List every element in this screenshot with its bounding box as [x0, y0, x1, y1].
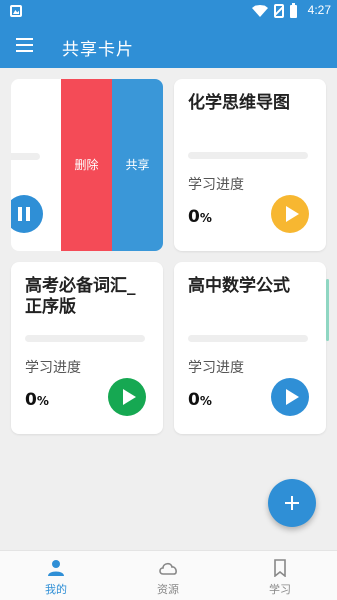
nav-label: 学习 — [269, 583, 291, 596]
card-title: 高中数学公式 — [188, 276, 290, 296]
no-sim-icon — [274, 4, 284, 18]
image-notification-icon — [10, 5, 22, 17]
progress-label: 学习进度 — [25, 360, 81, 376]
nav-label: 我的 — [45, 583, 67, 596]
page-title: 共享卡片 — [62, 40, 134, 60]
progress-percent: 0% — [188, 207, 212, 227]
nav-item-study[interactable]: 学习 — [224, 551, 336, 600]
wifi-icon — [252, 5, 268, 17]
nav-label: 资源 — [157, 583, 179, 596]
progress-label: 学习进度 — [188, 360, 244, 376]
menu-icon[interactable] — [16, 38, 33, 52]
battery-icon — [290, 2, 297, 18]
progress-track — [188, 335, 308, 342]
add-button[interactable] — [268, 479, 316, 527]
progress-track — [11, 153, 40, 160]
app-bar: 共享卡片 — [0, 24, 337, 68]
play-button[interactable] — [271, 378, 309, 416]
card-title: 高考必备词汇_正序版 — [25, 276, 136, 317]
swiped-card[interactable]: 删除 共享 — [11, 79, 163, 251]
status-time: 4:27 — [307, 3, 331, 17]
progress-percent: 0% — [188, 390, 212, 410]
progress-track — [188, 152, 308, 159]
person-icon — [48, 560, 64, 576]
nav-item-resources[interactable]: 资源 — [112, 551, 224, 600]
progress-percent: 0% — [25, 390, 49, 410]
card-item[interactable]: 高中数学公式 学习进度 0% — [174, 262, 326, 434]
pause-button[interactable] — [11, 195, 43, 233]
share-button[interactable]: 共享 — [112, 79, 163, 251]
cloud-icon — [159, 562, 177, 575]
play-button[interactable] — [108, 378, 146, 416]
progress-label: 学习进度 — [188, 177, 244, 193]
delete-button[interactable]: 删除 — [61, 79, 112, 251]
scrollbar[interactable] — [326, 279, 329, 341]
play-button[interactable] — [271, 195, 309, 233]
status-bar: 4:27 — [0, 0, 337, 24]
nav-item-mine[interactable]: 我的 — [0, 551, 112, 600]
progress-track — [25, 335, 145, 342]
card-item[interactable]: 高考必备词汇_正序版 学习进度 0% — [11, 262, 163, 434]
card-title: 化学思维导图 — [188, 93, 290, 113]
card-item[interactable]: 化学思维导图 学习进度 0% — [174, 79, 326, 251]
bottom-nav: 我的 资源 学习 — [0, 550, 337, 600]
bookmark-icon — [274, 559, 286, 577]
